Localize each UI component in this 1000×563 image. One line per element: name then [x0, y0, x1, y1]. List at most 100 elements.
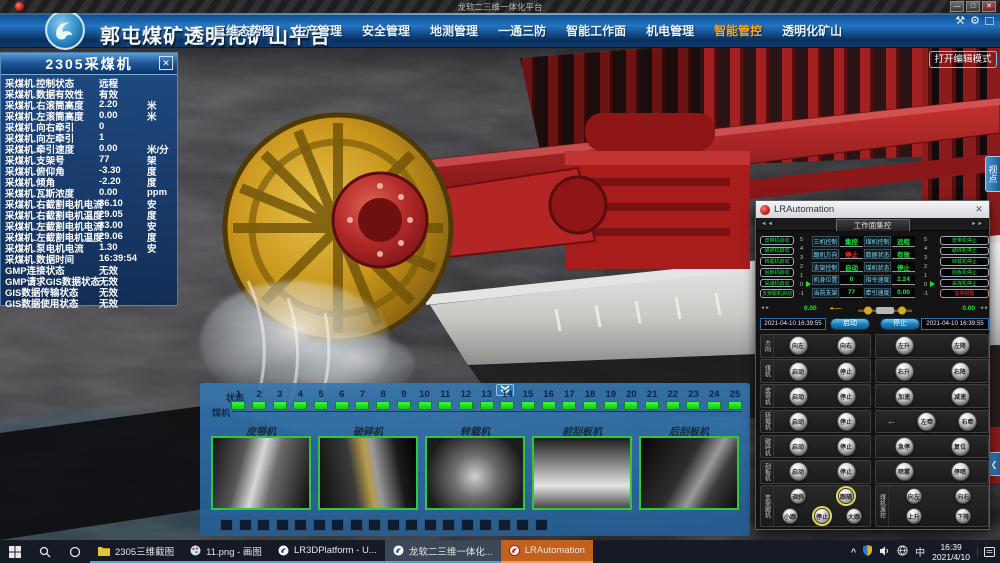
support-status-8[interactable]: 8	[373, 387, 394, 421]
hmi-button-破碎机启动[interactable]: 破碎机启动	[760, 247, 794, 256]
volume-icon[interactable]	[879, 543, 890, 561]
hmi-button-刮板机停止[interactable]: 刮板机停止	[940, 268, 989, 277]
round-button-急停[interactable]: 急停	[895, 437, 914, 456]
search-icon[interactable]	[30, 540, 60, 563]
round-button-停止[interactable]: 停止	[814, 508, 830, 524]
security-shield-icon[interactable]	[863, 543, 872, 561]
round-button-右降[interactable]: 右降	[951, 362, 970, 381]
pager-cell[interactable]	[461, 519, 474, 531]
support-status-9[interactable]: 9	[394, 387, 415, 421]
viewpoint-tab[interactable]: 视点	[985, 156, 1000, 192]
pager-cell[interactable]	[294, 519, 307, 531]
support-status-3[interactable]: 3	[269, 387, 290, 421]
taskbar-item-2305三维截图[interactable]: 2305三维截图	[90, 540, 182, 563]
round-button-复位[interactable]: 复位	[951, 437, 970, 456]
round-button-上升[interactable]: 上升	[906, 508, 922, 524]
taskbar-item-LRAutomation[interactable]: LRAutomation	[501, 540, 593, 563]
edit-mode-button[interactable]: 打开编辑模式	[929, 51, 997, 68]
action-center-icon[interactable]	[977, 547, 995, 557]
maximize-button[interactable]: □	[966, 1, 980, 12]
camera-feed-转载机[interactable]	[425, 436, 525, 510]
support-status-2[interactable]: 2	[249, 387, 270, 421]
round-button-启动[interactable]: 启动	[789, 437, 808, 456]
round-button-启动[interactable]: 启动	[789, 387, 808, 406]
camera-feed-破碎机[interactable]	[318, 436, 418, 510]
pager-cell[interactable]	[331, 519, 344, 531]
taskbar-item-LR3DPlatform - U...[interactable]: LR3DPlatform - U...	[270, 540, 385, 563]
nav-item-智能工作面[interactable]: 智能工作面	[566, 22, 626, 39]
pager-cell[interactable]	[424, 519, 437, 531]
support-status-17[interactable]: 17	[559, 387, 580, 421]
start-button[interactable]	[0, 540, 30, 563]
tab-workface-control[interactable]: 工作面集控	[836, 219, 910, 231]
round-button-停喷[interactable]: 停喷	[951, 462, 970, 481]
support-status-4[interactable]: 4	[290, 387, 311, 421]
pager-cell[interactable]	[479, 519, 492, 531]
pager-cell[interactable]	[405, 519, 418, 531]
taskbar-item-11.png - 画图[interactable]: 11.png - 画图	[182, 540, 270, 563]
stop-action-button[interactable]: 停止	[880, 318, 920, 330]
settings-gear-icon[interactable]: ⚙	[970, 14, 980, 27]
pager-cell[interactable]	[220, 519, 233, 531]
round-button-停止[interactable]: 停止	[837, 362, 856, 381]
round-button-右牵[interactable]: 右牵	[958, 412, 977, 431]
hmi-button-皮带机停止[interactable]: 皮带机停止	[940, 236, 989, 245]
hmi-button-转载机启动[interactable]: 转载机启动	[760, 257, 794, 266]
taskbar-item-龙软二三维一体化...[interactable]: 龙软二三维一体化...	[385, 540, 501, 563]
round-button-右升[interactable]: 右升	[895, 362, 914, 381]
hmi-button-破碎机停止[interactable]: 破碎机停止	[940, 247, 989, 256]
support-status-7[interactable]: 7	[352, 387, 373, 421]
round-button-调斜[interactable]: 调斜	[790, 488, 806, 504]
nav-item-安全管理[interactable]: 安全管理	[362, 22, 410, 39]
emergency-alarm-button[interactable]: 急停报警	[940, 289, 989, 298]
support-status-16[interactable]: 16	[538, 387, 559, 421]
support-status-24[interactable]: 24	[704, 387, 725, 421]
camera-feed-皮带机[interactable]	[211, 436, 311, 510]
window-restore-icon[interactable]	[985, 17, 994, 25]
pager-cell[interactable]	[313, 519, 326, 531]
round-button-停止[interactable]: 停止	[837, 437, 856, 456]
tab-scroll-right-icon[interactable]: ►►	[971, 221, 984, 227]
close-button[interactable]: ✕	[982, 1, 996, 12]
nav-item-智能管控[interactable]: 智能管控	[714, 22, 762, 39]
support-status-1[interactable]: 1	[228, 387, 249, 421]
pager-cell[interactable]	[498, 519, 511, 531]
nav-item-透明化矿山[interactable]: 透明化矿山	[782, 22, 842, 39]
taskbar-clock[interactable]: 16:39 2021/4/10	[932, 542, 970, 562]
round-button-向左[interactable]: 向左	[906, 488, 922, 504]
minimize-button[interactable]: —	[950, 1, 964, 12]
nav-item-生产管理[interactable]: 生产管理	[294, 22, 342, 39]
hmi-button-皮带机启动[interactable]: 皮带机启动	[760, 236, 794, 245]
support-status-25[interactable]: 25	[725, 387, 746, 421]
nav-item-一通三防[interactable]: 一通三防	[498, 22, 546, 39]
round-button-停止[interactable]: 停止	[837, 412, 856, 431]
round-button-下降[interactable]: 下降	[955, 508, 971, 524]
round-button-停止[interactable]: 停止	[837, 387, 856, 406]
support-status-14[interactable]: 14	[497, 387, 518, 421]
round-button-向右[interactable]: 向右	[955, 488, 971, 504]
nav-item-三维态势图[interactable]: 三维态势图	[214, 22, 274, 39]
round-button-喷雾[interactable]: 喷雾	[895, 462, 914, 481]
round-button-左牵[interactable]: 左牵	[917, 412, 936, 431]
support-status-23[interactable]: 23	[683, 387, 704, 421]
round-button-启动[interactable]: 启动	[789, 412, 808, 431]
hmi-button-采煤机停止[interactable]: 采煤机停止	[940, 279, 989, 288]
support-status-6[interactable]: 6	[331, 387, 352, 421]
round-button-大跟[interactable]: 大跟	[846, 508, 862, 524]
support-status-21[interactable]: 21	[642, 387, 663, 421]
hmi-button-刮板机启动[interactable]: 刮板机启动	[760, 268, 794, 277]
hmi-button-采煤机启动[interactable]: 采煤机启动	[760, 279, 794, 288]
hmi-button-支架跟机启动[interactable]: 支架跟机启动	[760, 289, 794, 298]
tools-icon[interactable]: ⚒	[955, 14, 965, 27]
round-button-减速[interactable]: 减速	[951, 387, 970, 406]
round-button-启动[interactable]: 启动	[789, 462, 808, 481]
start-action-button[interactable]: 启动	[830, 318, 870, 330]
round-button-启动[interactable]: 启动	[789, 362, 808, 381]
support-status-12[interactable]: 12	[456, 387, 477, 421]
support-status-18[interactable]: 18	[580, 387, 601, 421]
round-button-停止[interactable]: 停止	[837, 462, 856, 481]
pager-cell[interactable]	[368, 519, 381, 531]
pager-cell[interactable]	[257, 519, 270, 531]
camera-feed-前刮板机[interactable]	[532, 436, 632, 510]
round-button-小跟[interactable]: 小跟	[782, 508, 798, 524]
